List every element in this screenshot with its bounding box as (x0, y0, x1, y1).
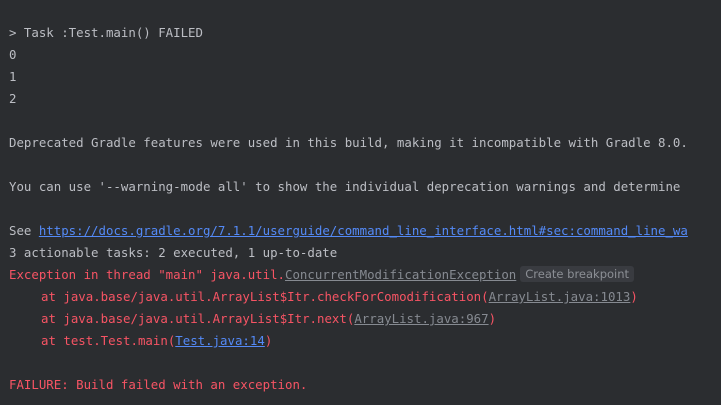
output-line-2: 2 (9, 91, 17, 106)
stack-frame-text: at java.base/java.util.ArrayList$Itr.che… (41, 289, 489, 304)
stack-frame: at test.Test.main(Test.java:14) (9, 331, 272, 351)
exception-prefix: Exception in thread "main" java.util. (9, 267, 286, 282)
docs-reference-line: See https://docs.gradle.org/7.1.1/usergu… (9, 221, 688, 241)
see-prefix: See (9, 223, 39, 238)
gradle-docs-link[interactable]: https://docs.gradle.org/7.1.1/userguide/… (39, 223, 688, 238)
stack-frame-source-link[interactable]: ArrayList.java:967 (354, 311, 488, 326)
output-line-1: 1 (9, 69, 17, 84)
console-output: > Task :Test.main() FAILED 0 1 2 Depreca… (0, 0, 721, 405)
actionable-tasks-summary: 3 actionable tasks: 2 executed, 1 up-to-… (9, 245, 338, 260)
stack-frame: at java.base/java.util.ArrayList$Itr.che… (9, 287, 638, 307)
stack-frame-suffix: ) (264, 333, 273, 348)
exception-line: Exception in thread "main" java.util.Con… (9, 265, 635, 285)
stack-frame-text: at test.Test.main( (41, 333, 176, 348)
warning-mode-hint: You can use '--warning-mode all' to show… (9, 179, 681, 194)
stack-frame-text: at java.base/java.util.ArrayList$Itr.nex… (41, 311, 355, 326)
task-status-line: > Task :Test.main() FAILED (9, 25, 203, 40)
output-line-0: 0 (9, 47, 17, 62)
stack-frame-suffix: ) (630, 289, 638, 304)
create-breakpoint-button[interactable]: Create breakpoint (520, 266, 635, 282)
stack-frame: at java.base/java.util.ArrayList$Itr.nex… (9, 309, 496, 329)
stack-frame-source-link[interactable]: Test.java:14 (175, 333, 265, 348)
deprecation-notice: Deprecated Gradle features were used in … (9, 135, 688, 150)
build-failure-line: FAILURE: Build failed with an exception. (9, 377, 308, 392)
stack-frame-suffix: ) (488, 311, 497, 326)
exception-class-link[interactable]: ConcurrentModificationException (285, 267, 516, 282)
stack-frame-source-link[interactable]: ArrayList.java:1013 (489, 289, 631, 304)
